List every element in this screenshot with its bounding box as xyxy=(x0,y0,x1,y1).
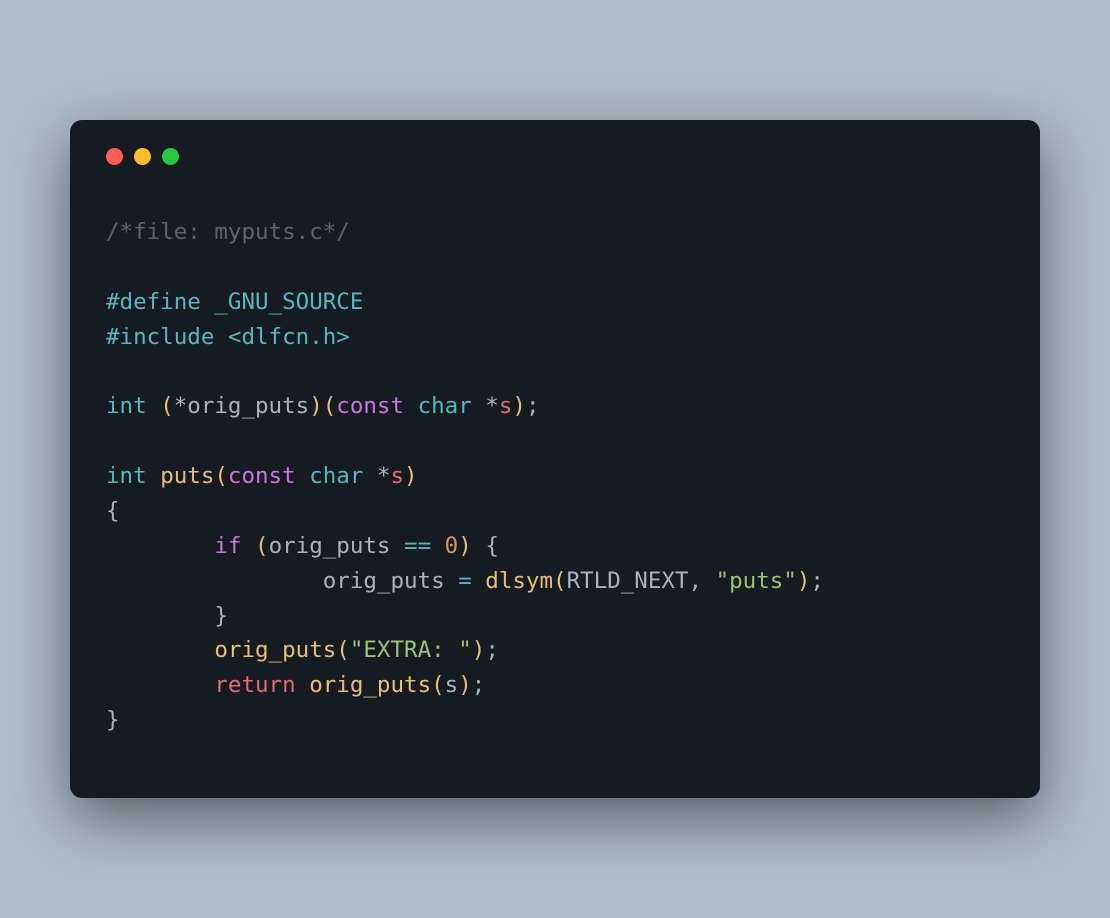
code-line: return orig_puts(s); xyxy=(106,668,1004,703)
code-token: * xyxy=(472,393,499,419)
code-token: s xyxy=(445,672,459,698)
code-token: } xyxy=(106,707,120,733)
code-token xyxy=(147,463,161,489)
code-token: "EXTRA: " xyxy=(350,637,472,663)
code-line: int puts(const char *s) xyxy=(106,459,1004,494)
code-token xyxy=(106,672,214,698)
code-window: /*file: myputs.c*/ #define _GNU_SOURCE #i… xyxy=(70,120,1040,798)
code-line: #include <dlfcn.h> xyxy=(106,320,1004,355)
code-token: char xyxy=(309,463,363,489)
code-token: ( xyxy=(255,533,269,559)
code-token xyxy=(296,463,310,489)
code-token: orig_puts xyxy=(309,672,431,698)
code-token: *orig_puts xyxy=(174,393,309,419)
code-token: /*file: myputs.c*/ xyxy=(106,219,350,245)
code-token xyxy=(431,533,445,559)
code-token xyxy=(472,533,486,559)
code-line xyxy=(106,250,1004,285)
code-line: } xyxy=(106,599,1004,634)
code-token: ) xyxy=(512,393,526,419)
code-token: orig_puts xyxy=(106,568,458,594)
code-token: "puts" xyxy=(716,568,797,594)
code-token: ( xyxy=(214,463,228,489)
code-block: /*file: myputs.c*/ #define _GNU_SOURCE #i… xyxy=(106,215,1004,738)
code-line xyxy=(106,424,1004,459)
code-token: * xyxy=(363,463,390,489)
code-token: ) xyxy=(797,568,811,594)
code-token xyxy=(106,637,214,663)
code-token: const xyxy=(228,463,296,489)
code-line: int (*orig_puts)(const char *s); xyxy=(106,389,1004,424)
code-token: ) xyxy=(404,463,418,489)
close-icon[interactable] xyxy=(106,148,123,165)
code-token: == xyxy=(404,533,431,559)
code-line: } xyxy=(106,703,1004,738)
code-token: ) xyxy=(458,533,472,559)
code-token: int xyxy=(106,463,147,489)
window-controls xyxy=(106,148,1004,165)
code-token: ; xyxy=(810,568,824,594)
code-token: puts xyxy=(160,463,214,489)
code-token: RTLD_NEXT, xyxy=(567,568,716,594)
code-token: ( xyxy=(431,672,445,698)
maximize-icon[interactable] xyxy=(162,148,179,165)
code-line: /*file: myputs.c*/ xyxy=(106,215,1004,250)
code-line xyxy=(106,354,1004,389)
code-token: )( xyxy=(309,393,336,419)
code-token: #include <dlfcn.h> xyxy=(106,324,350,350)
code-token xyxy=(106,533,214,559)
code-token: { xyxy=(485,533,499,559)
code-token: s xyxy=(499,393,513,419)
code-token: char xyxy=(418,393,472,419)
code-token xyxy=(241,533,255,559)
minimize-icon[interactable] xyxy=(134,148,151,165)
code-token: { xyxy=(106,498,120,524)
code-token: if xyxy=(214,533,241,559)
code-token: ) xyxy=(458,672,472,698)
code-token: ( xyxy=(336,637,350,663)
code-token: 0 xyxy=(445,533,459,559)
code-line: if (orig_puts == 0) { xyxy=(106,529,1004,564)
code-token: ) xyxy=(472,637,486,663)
code-token: = xyxy=(458,568,472,594)
code-token: const xyxy=(336,393,404,419)
code-token: orig_puts xyxy=(269,533,404,559)
code-token: #define _GNU_SOURCE xyxy=(106,289,363,315)
code-token: } xyxy=(214,603,228,629)
code-token: ( xyxy=(160,393,174,419)
code-line: orig_puts("EXTRA: "); xyxy=(106,633,1004,668)
code-line: orig_puts = dlsym(RTLD_NEXT, "puts"); xyxy=(106,564,1004,599)
code-token xyxy=(404,393,418,419)
code-token xyxy=(472,568,486,594)
code-line: { xyxy=(106,494,1004,529)
code-line: #define _GNU_SOURCE xyxy=(106,285,1004,320)
code-token xyxy=(296,672,310,698)
code-token: int xyxy=(106,393,147,419)
code-token: ( xyxy=(553,568,567,594)
code-token: return xyxy=(214,672,295,698)
code-token: s xyxy=(390,463,404,489)
code-token: orig_puts xyxy=(214,637,336,663)
code-token xyxy=(147,393,161,419)
code-token: ; xyxy=(472,672,486,698)
code-token xyxy=(106,603,214,629)
code-token: dlsym xyxy=(485,568,553,594)
code-token: ; xyxy=(526,393,540,419)
code-token: ; xyxy=(485,637,499,663)
